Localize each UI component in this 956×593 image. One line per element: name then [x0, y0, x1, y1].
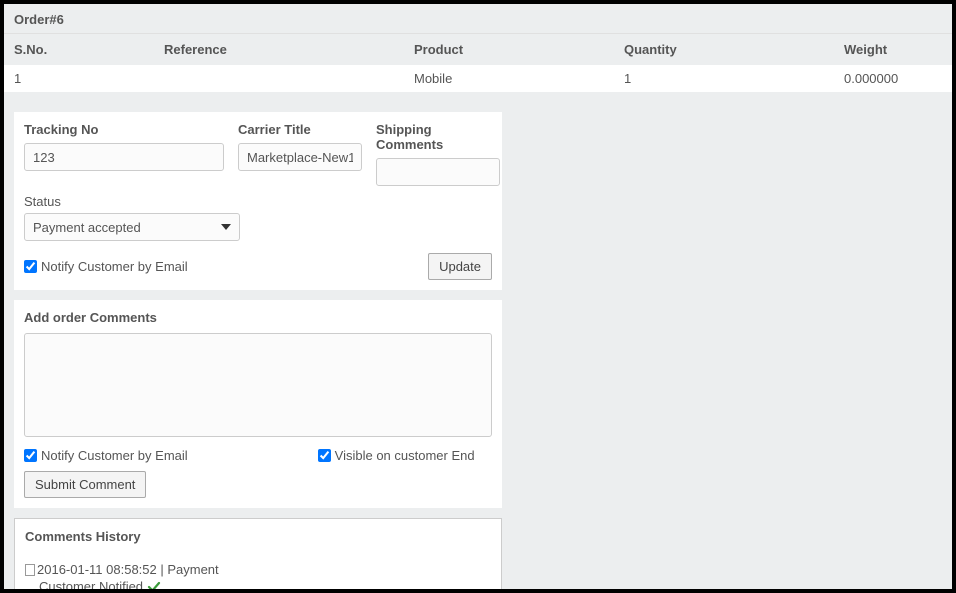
comments-notify-checkbox[interactable]	[24, 449, 37, 462]
check-icon	[147, 580, 161, 590]
col-sno: S.No.	[4, 34, 154, 65]
col-reference: Reference	[154, 34, 404, 65]
comments-panel: Add order Comments Notify Customer by Em…	[14, 300, 502, 508]
tracking-panel: Tracking No Carrier Title Shipping Comme…	[14, 112, 502, 290]
shipping-comments-label: Shipping Comments	[376, 122, 500, 152]
cell-sno: 1	[4, 65, 154, 92]
history-entry-text: 2016-01-11 08:58:52 | Payment	[37, 562, 219, 577]
tracking-no-label: Tracking No	[24, 122, 224, 137]
order-title: Order#6	[14, 12, 64, 27]
shipping-comments-field: Shipping Comments	[376, 122, 500, 186]
notify-email-label: Notify Customer by Email	[41, 259, 188, 274]
cell-quantity: 1	[614, 65, 834, 92]
col-quantity: Quantity	[614, 34, 834, 65]
tracking-no-input[interactable]	[24, 143, 224, 171]
tracking-no-field: Tracking No	[24, 122, 224, 186]
history-entry: 2016-01-11 08:58:52 | Payment	[25, 562, 491, 577]
table-header-row: S.No. Reference Product Quantity Weight	[4, 34, 952, 65]
history-title: Comments History	[25, 529, 491, 544]
comments-notify-wrap[interactable]: Notify Customer by Email	[24, 448, 188, 463]
status-select[interactable]: Payment accepted	[24, 213, 240, 241]
carrier-title-label: Carrier Title	[238, 122, 362, 137]
col-product: Product	[404, 34, 614, 65]
carrier-title-field: Carrier Title	[238, 122, 362, 186]
cell-weight: 0.000000	[834, 65, 952, 92]
comments-textarea[interactable]	[24, 333, 492, 437]
carrier-title-input[interactable]	[238, 143, 362, 171]
history-notified-text: Customer Notified	[39, 579, 143, 589]
update-button[interactable]: Update	[428, 253, 492, 280]
order-items-table: S.No. Reference Product Quantity Weight …	[4, 34, 952, 92]
comments-visible-checkbox[interactable]	[318, 449, 331, 462]
shipping-comments-input[interactable]	[376, 158, 500, 186]
table-row: 1 Mobile 1 0.000000	[4, 65, 952, 92]
order-header: Order#6	[4, 4, 952, 34]
document-icon	[25, 564, 35, 576]
cell-product: Mobile	[404, 65, 614, 92]
cell-reference	[154, 65, 404, 92]
status-label: Status	[24, 194, 492, 209]
history-panel: Comments History 2016-01-11 08:58:52 | P…	[14, 518, 502, 589]
comments-notify-label: Notify Customer by Email	[41, 448, 188, 463]
notify-email-checkbox[interactable]	[24, 260, 37, 273]
comments-title: Add order Comments	[24, 310, 492, 325]
notify-email-wrap[interactable]: Notify Customer by Email	[24, 259, 188, 274]
submit-comment-button[interactable]: Submit Comment	[24, 471, 146, 498]
comments-visible-wrap[interactable]: Visible on customer End	[318, 448, 475, 463]
col-weight: Weight	[834, 34, 952, 65]
comments-visible-label: Visible on customer End	[335, 448, 475, 463]
history-entry-status: Customer Notified	[25, 579, 491, 589]
